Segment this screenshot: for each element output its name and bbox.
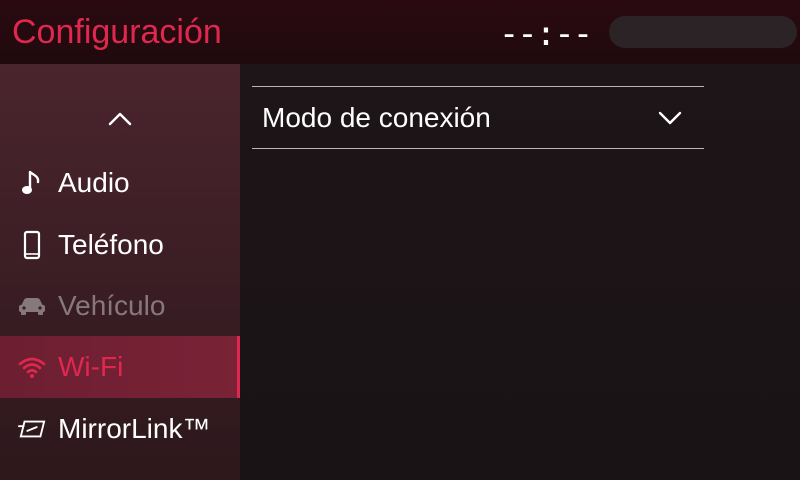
sidebar: Audio Teléfono Vehículo Wi-Fi MirrorLink…: [0, 64, 240, 480]
main-panel: Modo de conexión: [240, 64, 800, 480]
sidebar-item-label: Wi-Fi: [58, 351, 124, 382]
connection-mode-label: Modo de conexión: [262, 101, 491, 133]
sidebar-item-vehiculo: Vehículo: [0, 275, 240, 337]
car-icon: [18, 291, 46, 321]
connection-mode-dropdown[interactable]: Modo de conexión: [252, 87, 704, 148]
chevron-down-icon: [658, 111, 682, 125]
sidebar-item-mirrorlink[interactable]: MirrorLink™: [0, 398, 240, 460]
wifi-icon: [18, 352, 46, 382]
sidebar-item-label: MirrorLink™: [58, 413, 211, 444]
clock: --:--: [498, 14, 593, 54]
smartphone-icon: [18, 230, 46, 260]
header-bar: Configuración --:--: [0, 0, 800, 64]
music-note-icon: [18, 168, 46, 198]
page-title: Configuración: [12, 13, 222, 51]
sidebar-item-label: Teléfono: [58, 229, 164, 260]
settings-screen: Configuración --:-- Audio Teléfono Vehíc…: [0, 0, 800, 480]
sidebar-item-wifi[interactable]: Wi-Fi: [0, 336, 240, 398]
chevron-up-icon: [108, 112, 132, 126]
divider: [252, 148, 704, 149]
sidebar-item-audio[interactable]: Audio: [0, 152, 240, 214]
status-pill: [609, 16, 797, 48]
mirrorlink-icon: [18, 414, 46, 444]
sidebar-item-label: Vehículo: [58, 290, 166, 321]
scroll-up-button[interactable]: [0, 88, 240, 150]
sidebar-item-label: Audio: [58, 167, 130, 198]
sidebar-item-telefono[interactable]: Teléfono: [0, 214, 240, 276]
